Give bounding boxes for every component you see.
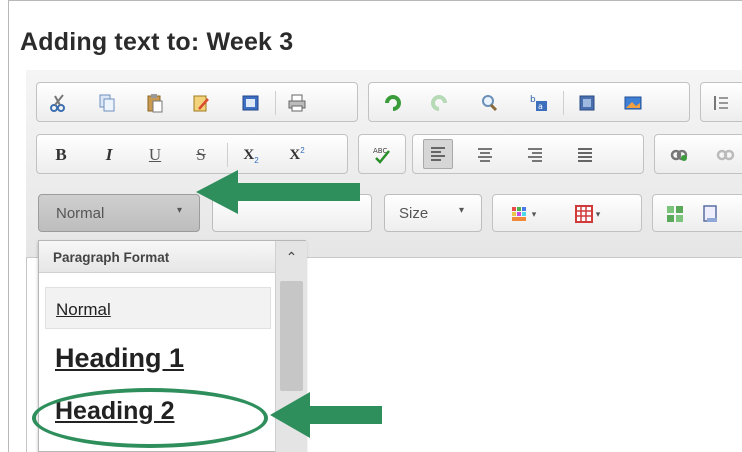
copy-icon <box>99 94 115 112</box>
arrow-left-icon <box>196 170 360 214</box>
size-combo[interactable]: Size ▾ <box>384 194 482 232</box>
arrow-left-icon <box>270 392 382 438</box>
justify-button[interactable] <box>573 143 597 167</box>
subscript-mark: 2 <box>254 155 259 165</box>
paste-text-icon <box>193 95 209 112</box>
highlight-ellipse <box>32 388 268 448</box>
italic-button[interactable]: I <box>97 143 121 167</box>
align-left-button[interactable] <box>423 139 453 169</box>
select-all-icon <box>579 95 595 111</box>
spellcheck-button[interactable]: ABC <box>370 143 394 167</box>
paste-text-button[interactable] <box>189 91 213 115</box>
format-option-heading-1[interactable]: Heading 1 <box>45 337 271 383</box>
redo-icon <box>431 95 447 111</box>
cut-icon <box>50 94 65 112</box>
align-left-icon <box>431 147 445 161</box>
show-blocks-button[interactable] <box>663 202 687 226</box>
unlink-button[interactable] <box>713 143 737 167</box>
chevron-down-icon: ▾ <box>459 205 465 216</box>
scrollbar-thumb[interactable] <box>280 281 303 391</box>
select-all-button[interactable] <box>575 91 599 115</box>
redo-button[interactable] <box>427 91 451 115</box>
image-icon <box>624 96 642 110</box>
table-icon <box>574 205 593 223</box>
format-option-normal[interactable]: Normal <box>45 287 271 329</box>
align-center-icon <box>478 148 492 162</box>
svg-text:a: a <box>538 102 543 111</box>
bold-button[interactable]: B <box>49 143 73 167</box>
show-blocks-icon <box>667 206 683 222</box>
undo-icon <box>385 95 401 111</box>
find-button[interactable] <box>477 91 501 115</box>
color-table-group: ▾ ▾ <box>492 194 642 232</box>
link-button[interactable] <box>667 143 691 167</box>
dropdown-title: Paragraph Format <box>53 250 170 265</box>
spellcheck-icon: ABC <box>373 147 390 164</box>
format-option-label: Normal <box>56 300 111 319</box>
size-combo-label: Size <box>399 205 429 222</box>
subscript-label: X <box>243 146 255 163</box>
table-button[interactable]: ▾ <box>567 202 607 226</box>
editor-toolbar: ba B I U S X2 X2 ABC Normal ▾ Size ▾ ▾ ▾ <box>26 70 742 258</box>
format-option-label: Heading 1 <box>55 343 185 373</box>
chevron-down-icon: ▾ <box>531 208 537 219</box>
underline-button[interactable]: U <box>143 143 167 167</box>
superscript-mark: 2 <box>300 145 305 155</box>
print-icon <box>288 94 306 112</box>
chevron-up-icon[interactable]: ⌃ <box>276 241 307 273</box>
list-group <box>700 82 742 122</box>
image-button[interactable] <box>621 91 645 115</box>
copy-button[interactable] <box>95 91 119 115</box>
svg-text:b: b <box>530 95 536 105</box>
list-icon <box>714 96 728 110</box>
dropdown-header: Paragraph Format <box>39 241 275 273</box>
page-title: Adding text to: Week 3 <box>20 28 294 56</box>
maximize-button[interactable] <box>699 202 723 226</box>
links-group <box>654 134 742 174</box>
paragraph-format-value: Normal <box>56 205 105 222</box>
undo-button[interactable] <box>381 91 405 115</box>
link-icon <box>670 149 688 161</box>
paste-button[interactable] <box>143 91 167 115</box>
cut-button[interactable] <box>47 91 71 115</box>
paragraph-format-combo[interactable]: Normal ▾ <box>38 194 200 232</box>
tools-group <box>652 194 742 232</box>
align-right-icon <box>528 148 542 162</box>
replace-icon: ba <box>530 95 547 111</box>
align-right-button[interactable] <box>523 143 547 167</box>
superscript-label: X <box>289 146 301 163</box>
strikethrough-button[interactable]: S <box>189 143 213 167</box>
editing-group: ba <box>368 82 690 122</box>
paste-icon <box>147 94 163 113</box>
superscript-button[interactable]: X2 <box>285 143 309 167</box>
replace-button[interactable]: ba <box>527 91 551 115</box>
paste-word-button[interactable] <box>239 91 263 115</box>
chevron-down-icon: ▾ <box>177 205 183 216</box>
subscript-button[interactable]: X2 <box>239 143 263 167</box>
text-color-button[interactable]: ▾ <box>503 202 543 226</box>
alignment-group <box>412 134 644 174</box>
maximize-icon <box>703 205 717 222</box>
unlink-icon <box>716 149 735 161</box>
chevron-down-icon: ▾ <box>595 208 601 219</box>
justify-icon <box>578 148 592 162</box>
paste-word-icon <box>242 95 259 111</box>
find-icon <box>482 95 498 112</box>
numbered-list-button[interactable] <box>709 91 733 115</box>
text-color-icon <box>511 207 526 221</box>
align-center-button[interactable] <box>473 143 497 167</box>
clipboard-group <box>36 82 358 122</box>
print-button[interactable] <box>285 91 309 115</box>
